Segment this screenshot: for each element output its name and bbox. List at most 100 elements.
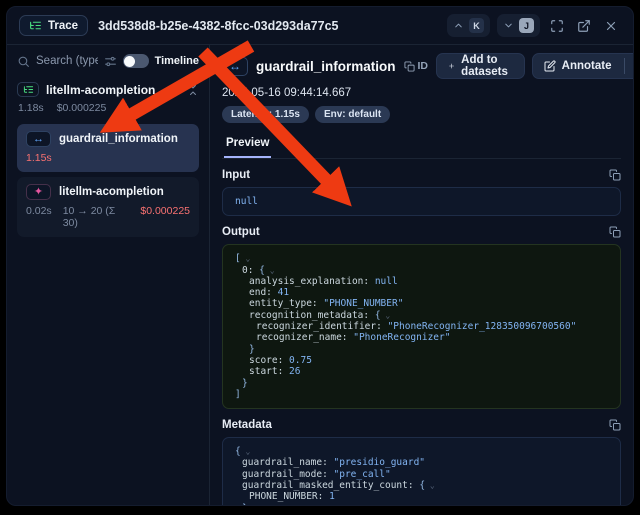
badge-row: Latency: 1.15s Env: default: [222, 106, 621, 123]
trace-tree: ↔ guardrail_information 1.15s ✦ litellm-acom…: [17, 124, 199, 237]
env-badge: Env: default: [315, 106, 390, 123]
trace-detail-window: Trace 3dd538d8-b25e-4382-8fcc-03d293da77…: [6, 6, 634, 506]
search-input[interactable]: Search (type, titl: [36, 55, 98, 67]
maximize-button[interactable]: [547, 16, 567, 36]
preview-sections: Input null Output [ ⌄0: { ⌄analysis_explana…: [222, 159, 621, 505]
code-line: null: [235, 196, 608, 207]
tree-actions: [167, 84, 199, 96]
section-label: Input: [222, 169, 250, 181]
tree-root-title: litellm-acompletion: [46, 83, 155, 97]
chevron-down-icon: [503, 20, 514, 31]
plus-icon: [448, 60, 455, 72]
code-line: }: [235, 344, 608, 355]
close-icon: [604, 19, 618, 33]
trace-id: 3dd538d8-b25e-4382-8fcc-03d293da77c5: [98, 19, 338, 33]
add-to-datasets-label: Add to datasets: [461, 54, 513, 78]
trace-tree-icon: [17, 82, 39, 97]
close-button[interactable]: [601, 16, 621, 36]
item-latency: 1.15s: [26, 152, 52, 164]
search-row: Search (type, titl Timeline: [17, 54, 199, 68]
root-latency: 1.18s: [18, 102, 44, 114]
annotate-button[interactable]: Annotate: [532, 53, 634, 79]
code-line: 0: { ⌄: [235, 265, 608, 276]
search-icon: [17, 55, 30, 68]
copy-icon[interactable]: [609, 419, 621, 431]
copy-icon[interactable]: [609, 226, 621, 238]
code-line: recognizer_name: "PhoneRecognizer": [235, 332, 608, 343]
observation-title: guardrail_information: [256, 59, 396, 74]
timeline-toggle[interactable]: [123, 54, 149, 68]
code-line: guardrail_name: "presidio_guard": [235, 457, 608, 468]
code-line: ]: [235, 389, 608, 400]
item-title: guardrail_information: [59, 133, 178, 145]
id-label: ID: [418, 60, 429, 72]
item-metrics: 0.02s 10 → 20 (Σ 30) $0.000225: [26, 205, 190, 229]
metadata-code-block[interactable]: { ⌄guardrail_name: "presidio_guard"guard…: [222, 437, 621, 505]
item-tokens: 10 → 20 (Σ 30): [63, 205, 130, 229]
code-line: recognizer_identifier: "PhoneRecognizer_…: [235, 321, 608, 332]
tab-preview[interactable]: Preview: [224, 132, 271, 158]
trace-tree-sidebar: Search (type, titl Timeline litellm-acom…: [7, 45, 210, 505]
button-divider: [624, 58, 625, 74]
tab-bar: Preview: [222, 132, 621, 159]
trace-type-badge: Trace: [19, 15, 88, 36]
root-cost: $0.000225: [57, 102, 107, 114]
tree-root-item[interactable]: litellm-acompletion: [17, 82, 199, 97]
tree-item-1[interactable]: ✦ litellm-acompletion 0.02s 10 → 20 (Σ 30) $…: [17, 177, 199, 237]
open-external-button[interactable]: [574, 16, 594, 36]
code-line: [ ⌄: [235, 253, 608, 264]
section-label: Metadata: [222, 419, 272, 431]
output-code-block[interactable]: [ ⌄0: { ⌄analysis_explanation: nullend: …: [222, 244, 621, 409]
code-line: { ⌄: [235, 446, 608, 457]
topbar: Trace 3dd538d8-b25e-4382-8fcc-03d293da77…: [7, 7, 633, 45]
unfold-all-icon[interactable]: [167, 84, 179, 96]
observation-header: ↔ guardrail_information ID Add to datase…: [222, 53, 621, 79]
code-line: entity_type: "PHONE_NUMBER": [235, 298, 608, 309]
span-arrows-icon: ↔: [26, 131, 51, 147]
section-metadata: Metadata { ⌄guardrail_name: "presidio_gua…: [222, 419, 621, 505]
code-line: end: 41: [235, 287, 608, 298]
window-body: Search (type, titl Timeline litellm-acom…: [7, 45, 633, 505]
annotate-label: Annotate: [562, 60, 612, 72]
code-line: PHONE_NUMBER: 1: [235, 491, 608, 502]
code-line: }: [235, 378, 608, 389]
code-line: guardrail_mode: "pre_call": [235, 469, 608, 480]
code-line: }: [235, 503, 608, 505]
copy-id-button[interactable]: ID: [404, 60, 429, 72]
maximize-icon: [550, 19, 564, 33]
item-metrics: 1.15s: [26, 152, 190, 164]
generation-sparkle-icon: ✦: [26, 184, 51, 200]
annotate-pencil-icon: [544, 60, 556, 72]
topbar-actions: K J: [447, 14, 621, 37]
code-line: guardrail_masked_entity_count: { ⌄: [235, 480, 608, 491]
timeline-label: Timeline: [155, 55, 199, 67]
tree-root-metrics: 1.18s $0.000225: [18, 102, 199, 114]
fold-all-icon[interactable]: [187, 84, 199, 96]
section-label: Output: [222, 226, 260, 238]
section-output: Output [ ⌄0: { ⌄analysis_explanation: nul…: [222, 226, 621, 409]
filter-sliders-icon[interactable]: [104, 55, 117, 68]
copy-icon: [404, 61, 415, 72]
external-link-icon: [577, 19, 591, 33]
code-line: analysis_explanation: null: [235, 276, 608, 287]
input-code-block[interactable]: null: [222, 187, 621, 216]
nav-down-button[interactable]: J: [497, 14, 540, 37]
kbd-j: J: [519, 18, 534, 33]
item-title: litellm-acompletion: [59, 186, 164, 198]
item-cost: $0.000225: [140, 205, 190, 229]
chevron-down-icon[interactable]: [633, 60, 634, 72]
toggle-knob: [124, 56, 135, 67]
item-latency: 0.02s: [26, 205, 52, 229]
kbd-k: K: [469, 18, 484, 33]
span-arrows-icon: ↔: [222, 57, 248, 76]
code-line: start: 26: [235, 366, 608, 377]
list-tree-icon: [29, 19, 42, 32]
nav-up-button[interactable]: K: [447, 14, 490, 37]
chevron-up-icon: [453, 20, 464, 31]
observation-panel: ↔ guardrail_information ID Add to datase…: [210, 45, 633, 505]
observation-timestamp: 2025-05-16 09:44:14.667: [222, 87, 621, 99]
latency-badge: Latency: 1.15s: [222, 106, 309, 123]
tree-item-0[interactable]: ↔ guardrail_information 1.15s: [17, 124, 199, 172]
add-to-datasets-button[interactable]: Add to datasets: [436, 53, 525, 79]
copy-icon[interactable]: [609, 169, 621, 181]
